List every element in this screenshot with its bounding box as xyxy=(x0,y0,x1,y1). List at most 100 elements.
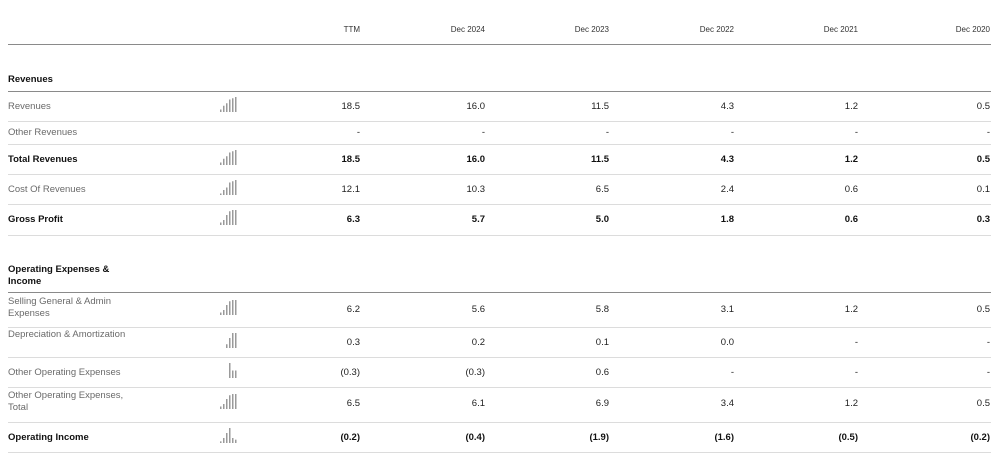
cell-value: - xyxy=(481,127,485,138)
sparkline-bar xyxy=(223,105,225,112)
sparkline-bar xyxy=(229,99,231,112)
cell-value: 0.1 xyxy=(976,184,990,195)
sparkline-chart-icon[interactable] xyxy=(219,362,239,378)
cell-value: 0.6 xyxy=(844,184,858,195)
sparkline-bar xyxy=(232,210,234,225)
row-divider xyxy=(8,204,991,205)
cell-value: 1.8 xyxy=(720,214,734,225)
cell-value: - xyxy=(356,127,360,138)
sparkline-bar xyxy=(220,406,222,409)
cell-value: - xyxy=(986,337,990,348)
cell-value: 0.2 xyxy=(471,337,485,348)
cell-value: 4.3 xyxy=(720,101,734,112)
sparkline-bar xyxy=(226,399,228,409)
cell-value: 16.0 xyxy=(466,101,486,112)
sparkline-bar xyxy=(235,439,237,443)
cell-value: 5.8 xyxy=(595,304,609,315)
sparkline-bar xyxy=(220,222,222,225)
sparkline-chart-icon[interactable] xyxy=(219,393,239,409)
row-divider xyxy=(8,327,991,328)
sparkline-bar xyxy=(220,109,222,112)
sparkline-bar xyxy=(235,210,237,225)
sparkline-bar xyxy=(232,438,234,443)
cell-value: (0.2) xyxy=(340,432,360,443)
cell-value: 6.9 xyxy=(595,398,609,409)
cell-value: 6.5 xyxy=(595,184,609,195)
sparkline-bar xyxy=(235,394,237,409)
header-divider xyxy=(8,44,991,45)
cell-value: 5.0 xyxy=(595,214,609,225)
row-divider xyxy=(8,387,991,388)
sparkline-chart-icon[interactable] xyxy=(219,299,239,315)
sparkline-chart-icon[interactable] xyxy=(219,209,239,225)
row-label: Cost Of Revenues xyxy=(8,184,86,195)
cell-value: 0.3 xyxy=(976,214,990,225)
cell-value: 4.3 xyxy=(720,154,734,165)
sparkline-bar xyxy=(226,215,228,225)
cell-value: (1.9) xyxy=(589,432,609,443)
cell-value: 0.6 xyxy=(844,214,858,225)
cell-value: - xyxy=(986,127,990,138)
row-divider xyxy=(8,121,991,122)
row-label: Other Operating Expenses, Total xyxy=(8,390,124,413)
column-header-5: Dec 2021 xyxy=(823,25,858,34)
sparkline-bar xyxy=(220,162,222,165)
sparkline-chart-icon[interactable] xyxy=(219,149,239,165)
sparkline-chart-icon[interactable] xyxy=(219,427,239,443)
column-header-6: Dec 2020 xyxy=(955,25,990,34)
sparkline-bar xyxy=(220,193,222,195)
cell-value: 0.3 xyxy=(346,337,360,348)
row-divider xyxy=(8,174,991,175)
row-label: Other Operating Expenses xyxy=(8,367,121,378)
sparkline-bar xyxy=(229,182,231,195)
cell-value: 1.2 xyxy=(844,304,858,315)
sparkline-bar xyxy=(223,404,225,409)
cell-value: 0.5 xyxy=(976,101,990,112)
cell-value: 1.2 xyxy=(844,154,858,165)
cell-value: 0.1 xyxy=(595,337,609,348)
cell-value: (0.3) xyxy=(465,367,485,378)
sparkline-chart-icon[interactable] xyxy=(219,96,239,112)
column-header-4: Dec 2022 xyxy=(699,25,734,34)
sparkline-bar xyxy=(226,305,228,315)
table-row: Total Revenues 18.5 16.0 11.5 4.3 1.2 0.5 xyxy=(8,150,991,184)
row-label: Depreciation & Amortization xyxy=(8,329,126,340)
cell-value: 3.1 xyxy=(720,304,734,315)
cell-value: 12.1 xyxy=(341,184,361,195)
row-label: Selling General & Admin Expenses xyxy=(8,296,111,319)
row-divider xyxy=(8,452,991,453)
cell-value: 3.4 xyxy=(720,398,734,409)
table-row: Other Revenues - - - - - - xyxy=(8,127,991,149)
row-label: Gross Profit xyxy=(8,214,63,225)
cell-value: - xyxy=(854,127,858,138)
cell-value: - xyxy=(854,367,858,378)
row-divider xyxy=(8,144,991,145)
cell-value: 6.3 xyxy=(346,214,360,225)
sparkline-bar xyxy=(232,370,234,378)
sparkline-bar xyxy=(235,333,237,348)
cell-value: 16.0 xyxy=(466,154,486,165)
table-row: Gross Profit 6.3 5.7 5.0 1.8 0.6 0.3 xyxy=(8,210,991,244)
sparkline-chart-icon[interactable] xyxy=(219,179,239,195)
cell-value: (0.4) xyxy=(465,432,485,443)
sparkline-bar xyxy=(226,103,228,112)
cell-value: - xyxy=(605,127,609,138)
sparkline-chart-icon[interactable] xyxy=(219,332,239,348)
sparkline-bar xyxy=(229,152,231,165)
sparkline-bar xyxy=(232,300,234,315)
cell-value: 18.5 xyxy=(341,101,361,112)
column-header-3: Dec 2023 xyxy=(574,25,609,34)
section-title: Revenues xyxy=(8,74,53,85)
section-title: Operating Expenses & Income xyxy=(8,264,110,287)
table-row: Other Operating Expenses (0.3) (0.3) 0.6 - - - xyxy=(8,363,991,397)
sparkline-bar xyxy=(229,211,231,225)
column-header-1: TTM xyxy=(343,25,360,34)
cell-value: 18.5 xyxy=(341,154,361,165)
section-divider xyxy=(8,91,991,92)
sparkline-bar xyxy=(229,301,231,315)
sparkline-bar xyxy=(223,310,225,315)
cell-value: 0.6 xyxy=(595,367,609,378)
sparkline-bar xyxy=(235,97,237,112)
cell-value: 0.5 xyxy=(976,154,990,165)
cell-value: 1.2 xyxy=(844,101,858,112)
